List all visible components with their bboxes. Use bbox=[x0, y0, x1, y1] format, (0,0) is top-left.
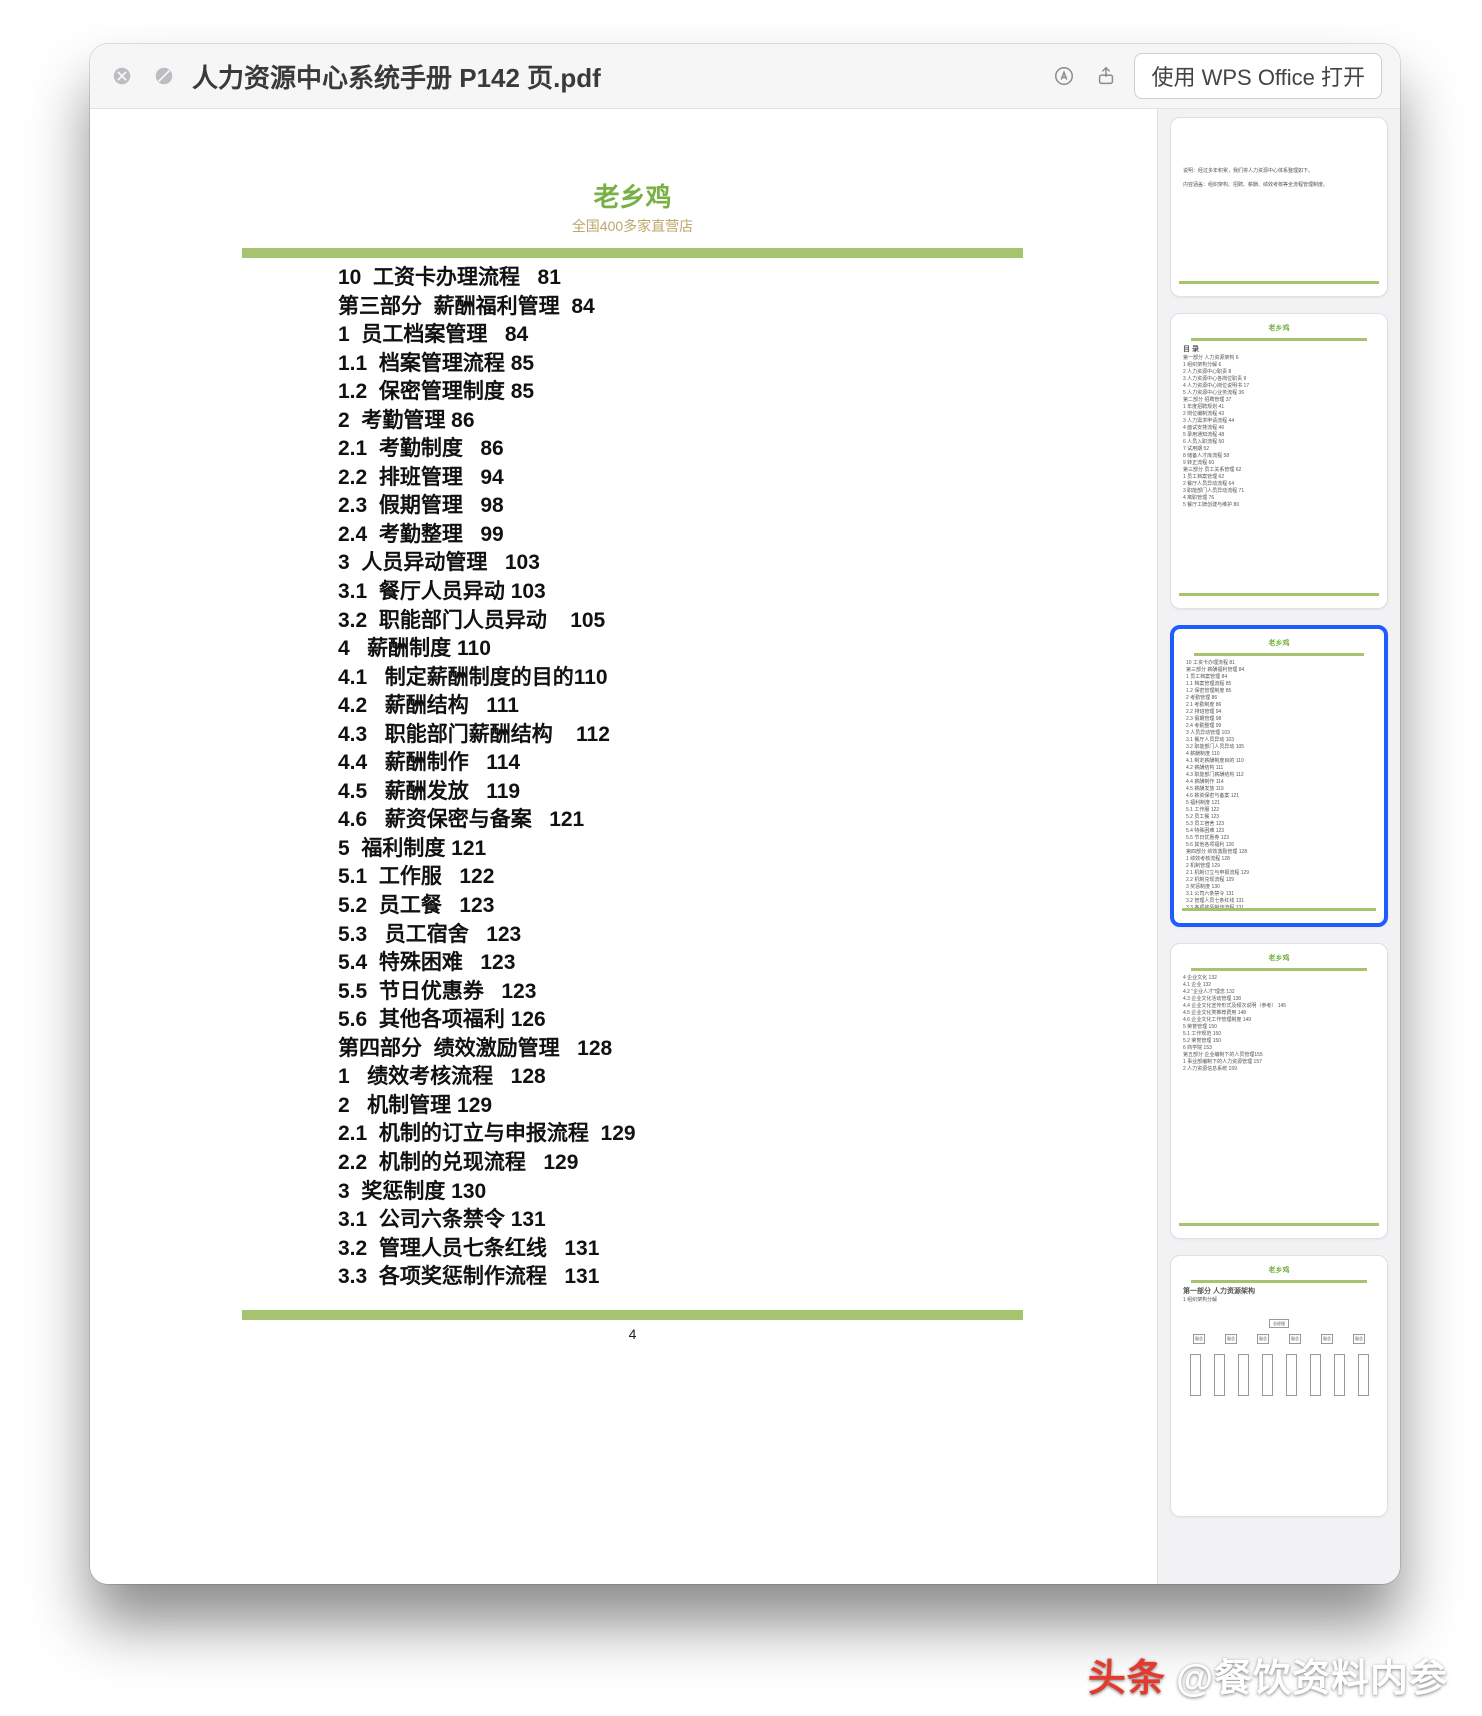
toc-line: 1.2 保密管理制度 85 bbox=[338, 378, 1127, 407]
table-of-contents: 10 工资卡办理流程 81第三部分 薪酬福利管理 841 员工档案管理 841.… bbox=[338, 264, 1127, 1292]
toc-line: 2.1 考勤制度 86 bbox=[338, 435, 1127, 464]
close-icon[interactable] bbox=[108, 62, 136, 90]
toc-line: 5.4 特殊困难 123 bbox=[338, 949, 1127, 978]
share-icon[interactable] bbox=[1092, 62, 1120, 90]
thumbnail-page[interactable]: 老乡鸡 目 录 第一部分 人力资源架构 61 组织架构分解 62 人力资源中心职… bbox=[1170, 313, 1388, 609]
toc-line: 2 考勤管理 86 bbox=[338, 407, 1127, 436]
toc-line: 4.6 薪资保密与备案 121 bbox=[338, 806, 1127, 835]
toc-line: 1 员工档案管理 84 bbox=[338, 321, 1127, 350]
watermark: 头条 @餐饮资料内参 bbox=[1088, 1647, 1448, 1702]
toc-line: 4.3 职能部门薪酬结构 112 bbox=[338, 721, 1127, 750]
toc-line: 10 工资卡办理流程 81 bbox=[338, 264, 1127, 293]
toc-line: 4 薪酬制度 110 bbox=[338, 635, 1127, 664]
page-area[interactable]: 老乡鸡 全国400多家直营店 10 工资卡办理流程 81第三部分 薪酬福利管理 … bbox=[90, 109, 1157, 1584]
app-window: 人力资源中心系统手册 P142 页.pdf 使用 WPS Office 打开 老… bbox=[90, 44, 1400, 1584]
footer-divider bbox=[242, 1310, 1023, 1320]
thumbnail-page[interactable]: 老乡鸡 4 企业文化 1324.1 企业 1324.2 "企业人才"理念 132… bbox=[1170, 943, 1388, 1239]
toc-line: 3.2 管理人员七条红线 131 bbox=[338, 1235, 1127, 1264]
thumbnail-page[interactable]: 老乡鸡 第一部分 人力资源架构1 组织架构分解 总经理 副总 副总 副总 副总 … bbox=[1170, 1255, 1388, 1517]
toc-line: 3.1 公司六条禁令 131 bbox=[338, 1206, 1127, 1235]
thumbnail-sidebar[interactable]: 说明：经过多年积累，我们将人力资源中心体系整理如下。内容涵盖：组织架构、招聘、薪… bbox=[1157, 109, 1400, 1584]
toc-line: 5 福利制度 121 bbox=[338, 835, 1127, 864]
toc-line: 4.1 制定薪酬制度的目的110 bbox=[338, 664, 1127, 693]
toc-line: 1 绩效考核流程 128 bbox=[338, 1063, 1127, 1092]
toc-line: 3.2 职能部门人员异动 105 bbox=[338, 607, 1127, 636]
page-number: 4 bbox=[138, 1326, 1127, 1342]
pdf-page: 老乡鸡 全国400多家直营店 10 工资卡办理流程 81第三部分 薪酬福利管理 … bbox=[138, 117, 1127, 1555]
doc-subtitle: 全国400多家直营店 bbox=[138, 216, 1127, 236]
toc-line: 2.2 排班管理 94 bbox=[338, 464, 1127, 493]
toc-line: 4.4 薪酬制作 114 bbox=[338, 749, 1127, 778]
toc-line: 5.6 其他各项福利 126 bbox=[338, 1006, 1127, 1035]
header-divider bbox=[242, 248, 1023, 258]
toc-line: 1.1 档案管理流程 85 bbox=[338, 350, 1127, 379]
thumbnail-page[interactable]: 说明：经过多年积累，我们将人力资源中心体系整理如下。内容涵盖：组织架构、招聘、薪… bbox=[1170, 117, 1388, 297]
toc-line: 2 机制管理 129 bbox=[338, 1092, 1127, 1121]
toc-line: 第三部分 薪酬福利管理 84 bbox=[338, 293, 1127, 322]
toc-line: 2.2 机制的兑现流程 129 bbox=[338, 1149, 1127, 1178]
toc-line: 4.2 薪酬结构 111 bbox=[338, 692, 1127, 721]
toc-line: 5.1 工作服 122 bbox=[338, 863, 1127, 892]
toc-line: 第四部分 绩效激励管理 128 bbox=[338, 1035, 1127, 1064]
toc-line: 3.3 各项奖惩制作流程 131 bbox=[338, 1263, 1127, 1292]
thumbnail-page-current[interactable]: 老乡鸡 10 工资卡办理流程 81第三部分 薪酬福利管理 841 员工档案管理 … bbox=[1170, 625, 1388, 927]
font-icon[interactable] bbox=[1050, 62, 1078, 90]
toolbar: 人力资源中心系统手册 P142 页.pdf 使用 WPS Office 打开 bbox=[90, 44, 1400, 109]
toc-line: 4.5 薪酬发放 119 bbox=[338, 778, 1127, 807]
toc-line: 2.4 考勤整理 99 bbox=[338, 521, 1127, 550]
doc-title: 老乡鸡 bbox=[138, 177, 1127, 214]
disabled-icon[interactable] bbox=[150, 62, 178, 90]
toc-line: 3 人员异动管理 103 bbox=[338, 549, 1127, 578]
toc-line: 5.2 员工餐 123 bbox=[338, 892, 1127, 921]
watermark-handle: @餐饮资料内参 bbox=[1176, 1647, 1448, 1702]
toc-line: 5.3 员工宿舍 123 bbox=[338, 921, 1127, 950]
open-with-button[interactable]: 使用 WPS Office 打开 bbox=[1134, 53, 1382, 99]
toc-line: 3 奖惩制度 130 bbox=[338, 1178, 1127, 1207]
watermark-brand: 头条 bbox=[1088, 1647, 1166, 1702]
toc-line: 5.5 节日优惠券 123 bbox=[338, 978, 1127, 1007]
toc-line: 2.3 假期管理 98 bbox=[338, 492, 1127, 521]
viewer-body: 老乡鸡 全国400多家直营店 10 工资卡办理流程 81第三部分 薪酬福利管理 … bbox=[90, 109, 1400, 1584]
toc-line: 2.1 机制的订立与申报流程 129 bbox=[338, 1120, 1127, 1149]
toc-line: 3.1 餐厅人员异动 103 bbox=[338, 578, 1127, 607]
window-title: 人力资源中心系统手册 P142 页.pdf bbox=[192, 58, 601, 95]
